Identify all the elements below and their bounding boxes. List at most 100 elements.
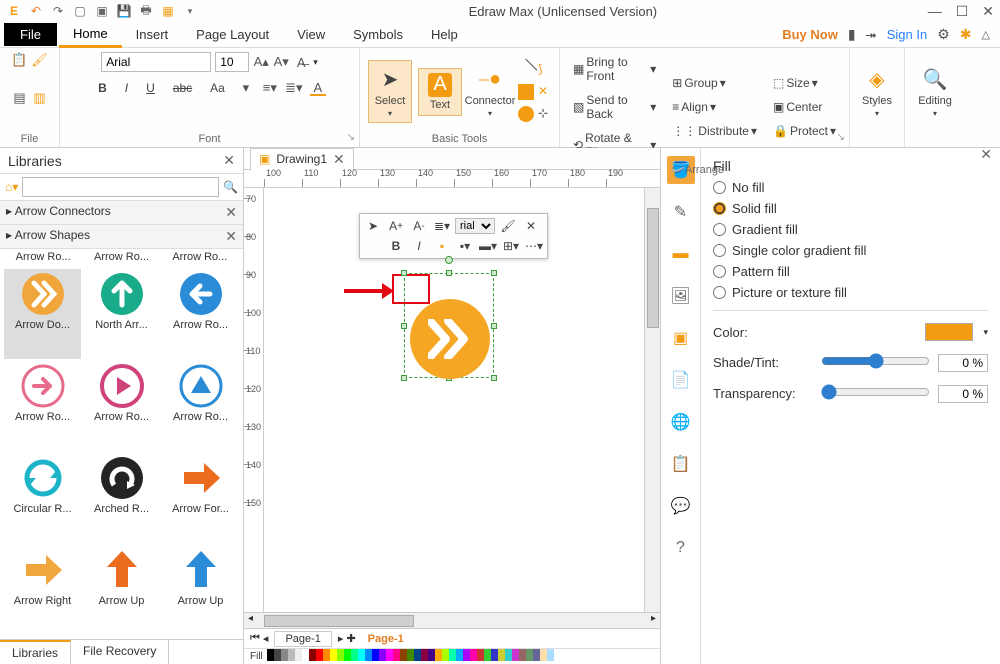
circle-shape-icon[interactable]	[518, 106, 534, 122]
arc-shape-icon[interactable]: ⟆	[538, 62, 554, 78]
editing-button[interactable]: 🔍 Editing ▾	[913, 60, 957, 123]
tab-page-layout[interactable]: Page Layout	[182, 23, 283, 46]
send-back-button[interactable]: ▧ Send to Back ▾	[568, 90, 661, 124]
brush-icon[interactable]: 🖌	[498, 217, 518, 235]
color-swatch[interactable]	[386, 649, 393, 661]
color-swatch[interactable]	[547, 649, 554, 661]
dialog-launcher-icon[interactable]: ↘	[837, 132, 845, 143]
close-icon[interactable]: ✕	[982, 3, 994, 20]
paste-icon[interactable]: 📋	[12, 52, 28, 68]
page-tab-icon[interactable]: 📄	[667, 366, 695, 394]
group-icon[interactable]: ⊞▾	[501, 237, 521, 255]
minimize-icon[interactable]: —	[928, 3, 942, 20]
arrow-shape[interactable]	[410, 299, 490, 379]
next-page-icon[interactable]: ▸	[338, 632, 344, 645]
color-swatch[interactable]	[484, 649, 491, 661]
buy-now-link[interactable]: Buy Now	[782, 27, 838, 42]
tab-symbols[interactable]: Symbols	[339, 23, 417, 46]
color-swatch[interactable]	[456, 649, 463, 661]
color-swatch[interactable]	[274, 649, 281, 661]
gear-icon[interactable]: ⚙	[937, 26, 950, 43]
color-swatch[interactable]	[309, 649, 316, 661]
close-icon[interactable]: ✕	[333, 151, 345, 168]
color-swatch[interactable]	[512, 649, 519, 661]
color-swatch[interactable]	[393, 649, 400, 661]
cut-icon[interactable]: ▤	[12, 90, 28, 106]
color-swatch[interactable]	[267, 649, 274, 661]
save-icon[interactable]: 💾	[116, 3, 132, 19]
decrease-font-icon[interactable]: A-	[409, 217, 429, 235]
crop-icon[interactable]: ⊹	[538, 106, 554, 122]
vertical-scrollbar[interactable]	[644, 188, 660, 612]
bold-button[interactable]: B	[93, 78, 112, 98]
text-tool-button[interactable]: A Text	[418, 68, 462, 116]
print-icon[interactable]: 🖶	[138, 3, 154, 19]
tab-file-recovery[interactable]: File Recovery	[71, 640, 169, 664]
tab-insert[interactable]: Insert	[122, 23, 183, 46]
page-tab[interactable]: Page-1	[274, 631, 331, 647]
font-select[interactable]: rial	[455, 218, 495, 234]
search-icon[interactable]: 🔍	[223, 180, 238, 194]
tab-help[interactable]: Help	[417, 23, 472, 46]
clear-format-icon[interactable]: A̶	[293, 54, 309, 70]
color-swatch[interactable]	[351, 649, 358, 661]
more-icon[interactable]: ⋯▾	[524, 237, 544, 255]
color-swatch[interactable]	[281, 649, 288, 661]
close-icon[interactable]: ✕	[225, 204, 237, 221]
bring-front-button[interactable]: ▦ Bring to Front ▾	[568, 52, 661, 86]
select-tool-button[interactable]: ➤ Select ▾	[368, 60, 412, 123]
align-icon[interactable]: ≣▾	[286, 80, 302, 96]
color-swatch[interactable]	[323, 649, 330, 661]
color-swatch[interactable]	[421, 649, 428, 661]
color-swatch[interactable]	[540, 649, 547, 661]
shape-item[interactable]: Arrow Ro...	[83, 361, 160, 451]
color-swatch[interactable]	[498, 649, 505, 661]
color-swatch[interactable]	[337, 649, 344, 661]
tab-home[interactable]: Home	[59, 22, 122, 48]
category-arrow-shapes[interactable]: ▸ Arrow Shapes✕	[0, 225, 243, 249]
protect-button[interactable]: 🔒 Protect ▾	[768, 121, 841, 141]
color-swatch[interactable]	[435, 649, 442, 661]
qat-dropdown-icon[interactable]: ▾	[182, 3, 198, 19]
line-icon[interactable]: ▬▾	[478, 237, 498, 255]
shape-item[interactable]: Arrow Up	[162, 545, 239, 635]
color-swatch[interactable]	[302, 649, 309, 661]
bullets-icon[interactable]: ≡▾	[262, 80, 278, 96]
shape-icon[interactable]: ▪▾	[455, 237, 475, 255]
fill-option[interactable]: Picture or texture fill	[713, 285, 988, 300]
collapse-ribbon-icon[interactable]: △	[982, 28, 990, 41]
comment-tab-icon[interactable]: 💬	[667, 492, 695, 520]
sign-in-link[interactable]: Sign In	[887, 27, 927, 42]
first-page-icon[interactable]: ⏮	[250, 632, 260, 645]
color-swatch[interactable]	[505, 649, 512, 661]
tab-libraries[interactable]: Libraries	[0, 640, 71, 664]
color-swatch[interactable]	[295, 649, 302, 661]
shape-item[interactable]: Arrow Right	[4, 545, 81, 635]
color-swatch[interactable]	[449, 649, 456, 661]
fill-option[interactable]: Solid fill	[713, 201, 988, 216]
dialog-launcher-icon[interactable]: ↘	[347, 132, 355, 143]
drawing-canvas[interactable]: ➤ A+ A- ≣▾ rial 🖌 ✕ B I ▪ ▪▾ ▬▾	[264, 188, 644, 612]
add-page-icon[interactable]: ✚	[346, 632, 355, 645]
help-tab-icon[interactable]: ?	[667, 534, 695, 562]
clipboard-tab-icon[interactable]: 📋	[667, 450, 695, 478]
shade-value[interactable]	[938, 354, 988, 372]
color-swatch[interactable]	[316, 649, 323, 661]
horizontal-scrollbar[interactable]: ◂ ▸	[244, 612, 660, 628]
shape-item[interactable]: Arrow Ro...	[4, 361, 81, 451]
fill-color-icon[interactable]: ▪	[432, 237, 452, 255]
transparency-slider[interactable]	[821, 384, 930, 400]
fill-option[interactable]: Pattern fill	[713, 264, 988, 279]
library-search-input[interactable]	[22, 177, 219, 197]
close-icon[interactable]: ✕	[521, 217, 541, 235]
shape-item[interactable]: Arrow Up	[83, 545, 160, 635]
tab-view[interactable]: View	[283, 23, 339, 46]
increase-font-icon[interactable]: A+	[386, 217, 406, 235]
font-name-select[interactable]	[101, 52, 211, 72]
color-swatch[interactable]	[526, 649, 533, 661]
new-icon[interactable]: ▢	[72, 3, 88, 19]
image-tab-icon[interactable]: 🖼	[667, 282, 695, 310]
color-swatch[interactable]	[365, 649, 372, 661]
transparency-value[interactable]	[938, 385, 988, 403]
underline-button[interactable]: U	[141, 78, 160, 98]
